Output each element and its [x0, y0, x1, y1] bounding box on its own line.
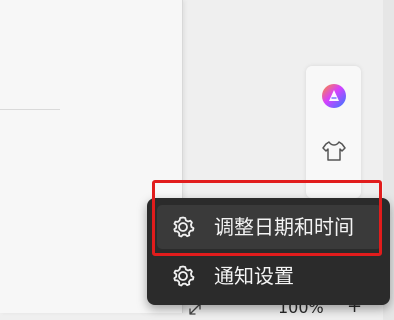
panel-divider	[0, 109, 60, 110]
copilot-icon	[321, 83, 346, 108]
highlight-box	[152, 180, 382, 256]
copilot-button[interactable]	[316, 78, 351, 113]
shirt-icon	[321, 140, 346, 161]
gear-icon	[169, 262, 197, 290]
menu-item-notification-settings[interactable]: 通知设置	[157, 254, 382, 298]
shirt-button[interactable]	[316, 133, 351, 168]
screen-area: 调整日期和时间 通知设置 100% +	[0, 0, 394, 320]
menu-item-label: 通知设置	[214, 264, 294, 288]
side-dock	[306, 66, 361, 198]
